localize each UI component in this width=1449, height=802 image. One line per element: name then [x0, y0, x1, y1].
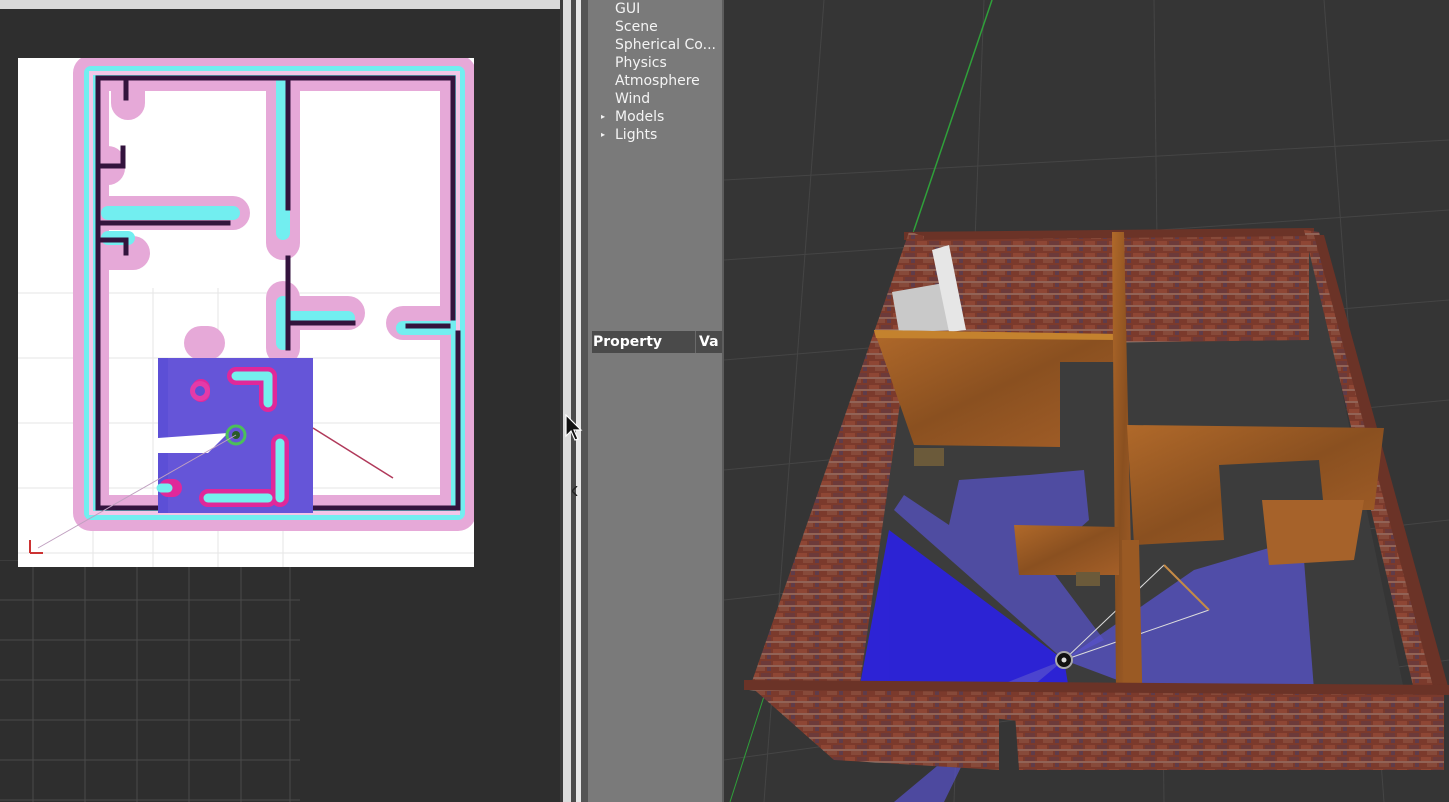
mouse-cursor-icon — [565, 414, 583, 441]
tree-item-physics[interactable]: Physics — [615, 54, 667, 72]
property-table-header: Property Va — [592, 331, 722, 353]
expand-arrow-icon[interactable]: ▸ — [601, 126, 605, 144]
occupancy-map[interactable] — [18, 58, 474, 567]
value-column-header[interactable]: Va — [699, 331, 719, 353]
rviz-panel — [0, 0, 562, 802]
column-divider[interactable] — [695, 331, 696, 353]
property-column-header[interactable]: Property — [593, 331, 662, 353]
splitter-grip-icon[interactable] — [572, 486, 578, 496]
gazebo-scene[interactable] — [724, 0, 1449, 802]
gazebo-world-panel: GUI Scene Spherical Co... Physics Atmosp… — [588, 0, 724, 802]
rviz-grid — [0, 560, 300, 802]
tree-item-scene[interactable]: Scene — [615, 18, 658, 36]
tree-item-models[interactable]: Models — [615, 108, 664, 126]
tree-item-lights[interactable]: Lights — [615, 126, 657, 144]
tree-item-atmosphere[interactable]: Atmosphere — [615, 72, 700, 90]
tree-item-spherical-coordinates[interactable]: Spherical Co... — [615, 36, 716, 54]
expand-arrow-icon[interactable]: ▸ — [601, 108, 605, 126]
desktop-root: GUI Scene Spherical Co... Physics Atmosp… — [0, 0, 1449, 802]
gazebo-3d-view[interactable] — [724, 0, 1449, 802]
tree-item-gui[interactable]: GUI — [615, 0, 640, 18]
tree-item-wind[interactable]: Wind — [615, 90, 650, 108]
panel-splitter[interactable] — [560, 0, 588, 802]
